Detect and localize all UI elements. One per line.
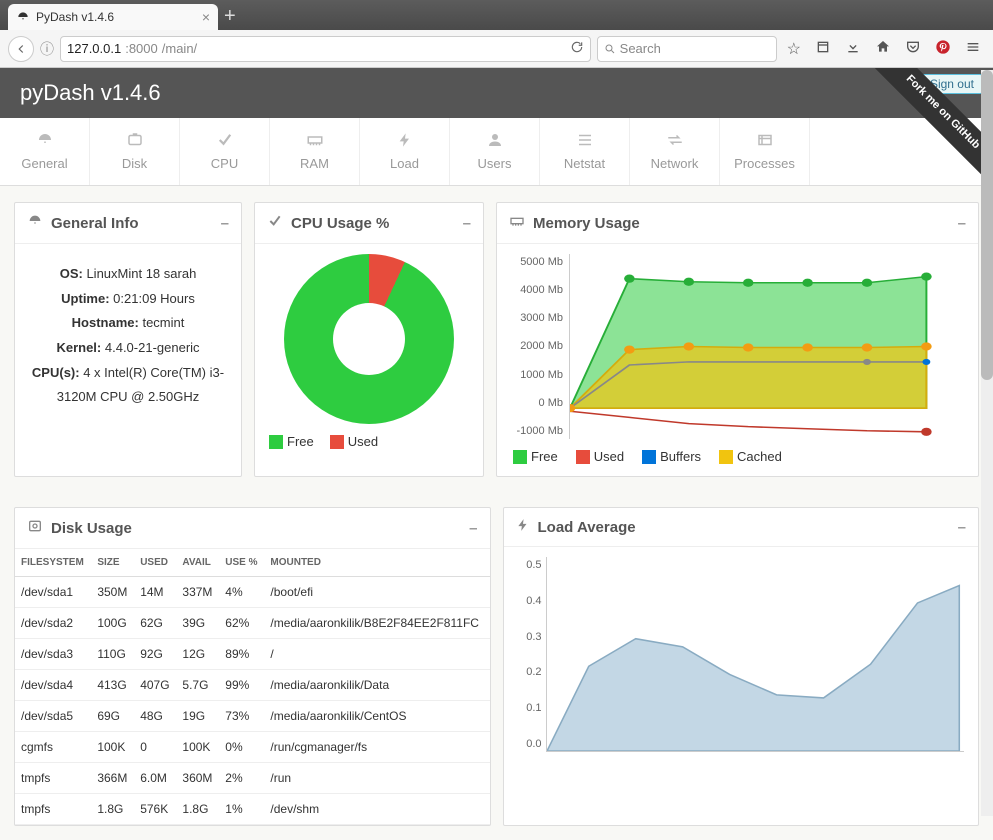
info-icon[interactable]: ⓘ [40, 39, 54, 59]
panel-title: CPU Usage % [291, 215, 389, 232]
legend-item: Used [576, 449, 624, 464]
minimize-icon[interactable]: – [463, 215, 471, 232]
tab-ram[interactable]: RAM [270, 118, 360, 185]
nav-icon [634, 132, 715, 152]
panel-title: General Info [51, 215, 139, 232]
panel-title: Memory Usage [533, 215, 640, 232]
disk-usage-panel: Disk Usage – FILESYSTEMSIZEUSEDAVAILUSE … [14, 507, 491, 826]
table-row: /dev/sda4413G407G5.7G99%/media/aaronkili… [15, 670, 490, 701]
page-title: pyDash v1.4.6 [20, 80, 161, 106]
check-icon [267, 213, 283, 233]
table-row: /dev/sda3110G92G12G89%/ [15, 639, 490, 670]
tab-netstat[interactable]: Netstat [540, 118, 630, 185]
table-row: /dev/sda1350M14M337M4%/boot/efi [15, 577, 490, 608]
tab-disk[interactable]: Disk [90, 118, 180, 185]
cpu-usage-panel: CPU Usage % – Free Used [254, 202, 484, 477]
back-button[interactable] [8, 36, 34, 62]
load-chart [546, 557, 965, 752]
nav-icon [454, 132, 535, 152]
pinterest-icon[interactable] [935, 39, 951, 59]
scroll-thumb[interactable] [981, 70, 993, 380]
minimize-icon[interactable]: – [958, 519, 966, 536]
nav-icon [184, 132, 265, 152]
nav-icon [544, 132, 625, 152]
panel-title: Load Average [538, 519, 636, 536]
home-icon[interactable] [875, 39, 891, 59]
legend-item: Cached [719, 449, 782, 464]
browser-tab[interactable]: PyDash v1.4.6 × [8, 4, 218, 30]
load-average-panel: Load Average – 0.50.40.30.20.10.0 [503, 507, 980, 826]
tab-processes[interactable]: Processes [720, 118, 810, 185]
bookmark-star-icon[interactable]: ☆ [787, 39, 801, 59]
table-row: tmpfs1.8G576K1.8G1%/dev/shm [15, 794, 490, 825]
menu-icon[interactable] [965, 39, 981, 59]
cpu-donut-chart [284, 254, 454, 424]
legend-item: Free [269, 434, 314, 449]
minimize-icon[interactable]: – [469, 520, 477, 537]
tab-general[interactable]: General [0, 118, 90, 185]
nav-icon [4, 132, 85, 152]
minimize-icon[interactable]: – [958, 215, 966, 232]
search-box[interactable]: Search [597, 36, 777, 62]
table-row: /dev/sda2100G62G39G62%/media/aaronkilik/… [15, 608, 490, 639]
search-icon [604, 43, 616, 55]
tab-users[interactable]: Users [450, 118, 540, 185]
nav-icon [94, 132, 175, 152]
signout-button[interactable]: Sign out [921, 74, 983, 94]
reload-icon[interactable] [570, 40, 584, 57]
dashboard-icon [27, 213, 43, 233]
download-icon[interactable] [845, 39, 861, 59]
table-row: tmpfs366M6.0M360M2%/run [15, 763, 490, 794]
nav-icon [274, 132, 355, 152]
tab-cpu[interactable]: CPU [180, 118, 270, 185]
pocket-icon[interactable] [905, 39, 921, 59]
table-row: cgmfs100K0100K0%/run/cgmanager/fs [15, 732, 490, 763]
table-row: /dev/sda569G48G19G73%/media/aaronkilik/C… [15, 701, 490, 732]
legend-item: Used [330, 434, 378, 449]
main-nav: GeneralDiskCPURAMLoadUsersNetstatNetwork… [0, 118, 993, 186]
url-bar[interactable]: 127.0.0.1:8000/main/ [60, 36, 591, 62]
tab-title: PyDash v1.4.6 [36, 10, 114, 24]
nav-icon [364, 132, 445, 152]
page-scrollbar[interactable] [981, 70, 993, 816]
nav-icon [724, 132, 805, 152]
memory-icon [509, 213, 525, 233]
memory-chart [569, 254, 966, 439]
panel-title: Disk Usage [51, 520, 132, 537]
dashboard-favicon [16, 10, 30, 24]
disk-icon [27, 518, 43, 538]
disk-table: FILESYSTEMSIZEUSEDAVAILUSE %MOUNTED /dev… [15, 549, 490, 825]
memory-usage-panel: Memory Usage – 5000 Mb4000 Mb3000 Mb2000… [496, 202, 979, 477]
url-host: 127.0.0.1 [67, 41, 121, 56]
close-tab-icon[interactable]: × [202, 9, 210, 25]
legend-item: Buffers [642, 449, 701, 464]
library-icon[interactable] [815, 39, 831, 59]
legend-item: Free [513, 449, 558, 464]
tab-network[interactable]: Network [630, 118, 720, 185]
bolt-icon [516, 518, 530, 536]
new-tab-button[interactable]: + [224, 5, 236, 28]
tab-load[interactable]: Load [360, 118, 450, 185]
general-info-panel: General Info – OS: LinuxMint 18 sarah Up… [14, 202, 242, 477]
minimize-icon[interactable]: – [221, 215, 229, 232]
